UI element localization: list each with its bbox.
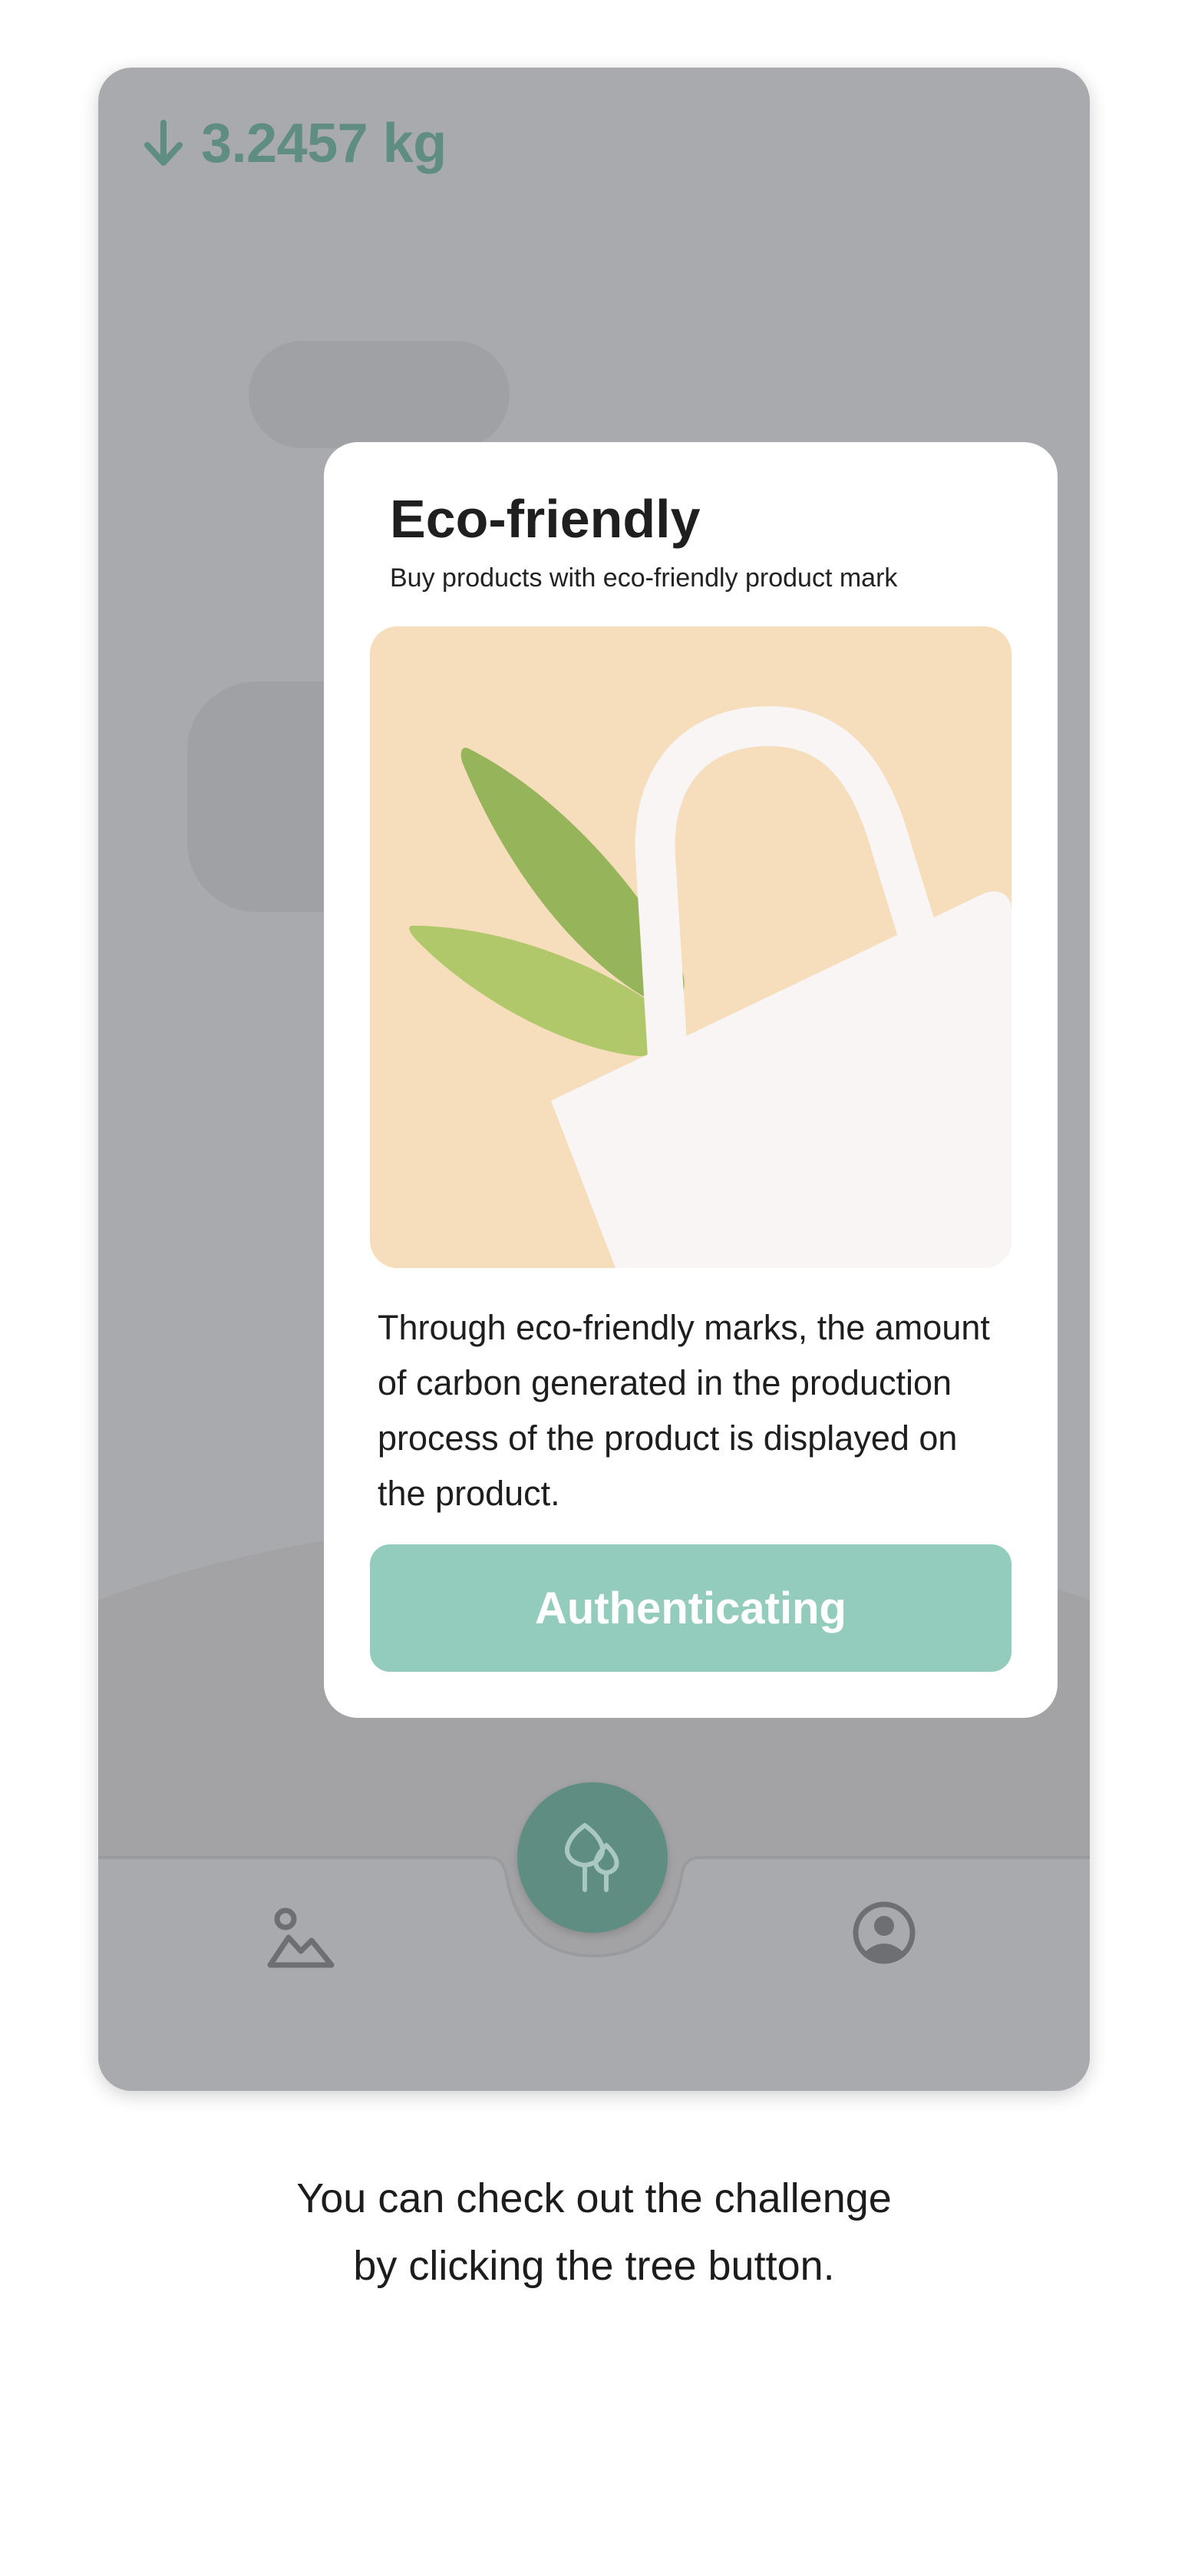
modal-title: Eco-friendly <box>390 489 701 549</box>
tree-button[interactable] <box>517 1782 668 1933</box>
arrow-down-icon <box>144 120 183 166</box>
carbon-reduction-indicator: 3.2457 kg <box>141 112 447 175</box>
modal-subtitle: Buy products with eco-friendly product m… <box>390 563 898 593</box>
eco-bag-illustration <box>370 626 1011 1268</box>
caption-line-2: by clicking the tree button. <box>353 2243 835 2289</box>
carbon-reduction-value: 3.2457 kg <box>201 113 447 174</box>
instruction-caption: You can check out the challenge by click… <box>0 2165 1188 2300</box>
caption-line-1: You can check out the challenge <box>296 2175 892 2221</box>
phone-screen: 3.2457 kg Eco-friendly Buy products with… <box>98 68 1090 2091</box>
tree-icon <box>565 1823 619 1892</box>
authenticating-button[interactable]: Authenticating <box>370 1544 1011 1672</box>
modal-description: Through eco-friendly marks, the amount o… <box>378 1308 990 1513</box>
background-card <box>249 341 510 448</box>
nav-map-button[interactable] <box>264 1902 338 1976</box>
challenge-modal: Eco-friendly Buy products with eco-frien… <box>324 442 1058 1718</box>
eco-bag-with-leaves-illustration <box>370 626 1011 1268</box>
nav-profile-button[interactable] <box>847 1896 921 1970</box>
profile-icon <box>853 1901 916 1964</box>
map-mountain-icon <box>267 1907 335 1968</box>
